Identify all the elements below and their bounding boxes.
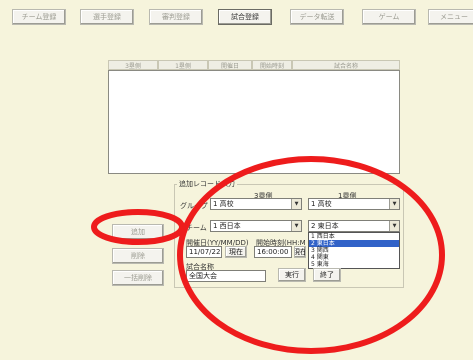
add-button-highlight-ellipse xyxy=(91,209,185,245)
highlight-annotations xyxy=(91,156,445,354)
form-highlight-ellipse xyxy=(177,156,445,354)
